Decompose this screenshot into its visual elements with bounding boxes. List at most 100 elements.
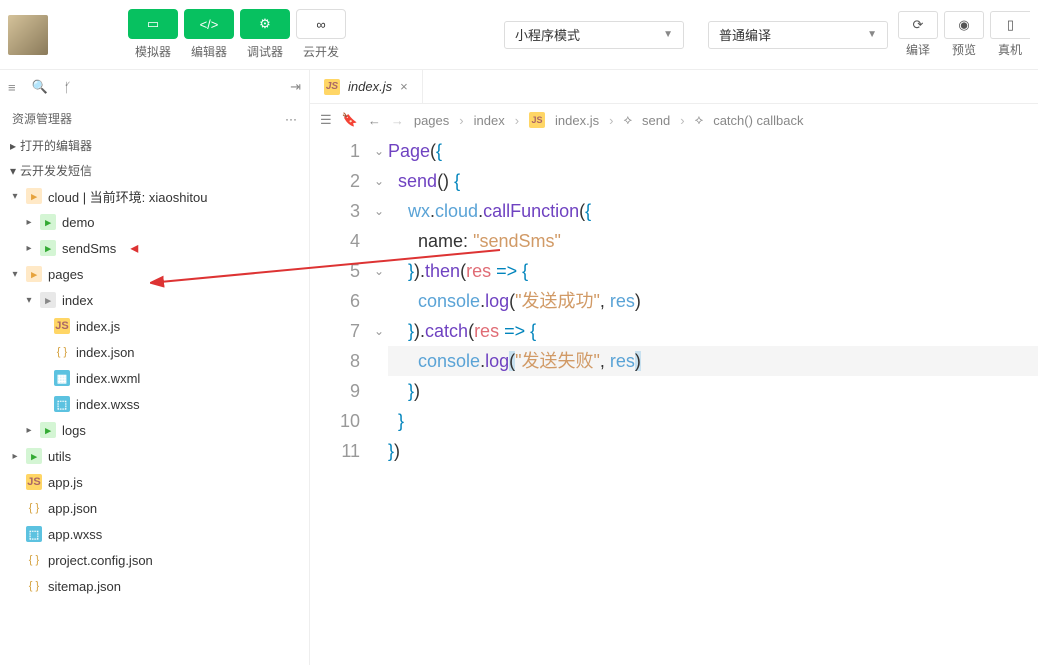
js-icon: JS: [54, 318, 70, 334]
sidebar: ≡ 🔍 ᚶ ⇥ 资源管理器 ··· ▸ 打开的编辑器 ▾ 云开发发短信 ▾▸cl…: [0, 70, 310, 665]
sidebar-iconbar: ≡ 🔍 ᚶ ⇥: [0, 70, 309, 104]
folder-icon: ▸: [26, 448, 42, 464]
forward-icon[interactable]: →: [391, 113, 404, 128]
toolbar: ▭ 模拟器 </> 编辑器 ⚙ 调试器 ∞ 云开发 小程序模式 ▼ 普通编译 ▼…: [0, 0, 1038, 70]
wxml-icon: ▦: [54, 370, 70, 386]
refresh-icon: ⟳: [913, 17, 924, 33]
tree-folder-demo[interactable]: ▸▸demo: [0, 209, 309, 235]
phone-icon: ▭: [147, 16, 159, 32]
bookmark-icon[interactable]: 🔖: [342, 112, 358, 128]
mode-select-value: 小程序模式: [515, 25, 580, 44]
chevron-down-icon: ▼: [663, 29, 673, 40]
crumb-send[interactable]: send: [642, 113, 670, 128]
real-device-button[interactable]: ▯: [990, 11, 1030, 39]
mode-select[interactable]: 小程序模式 ▼: [504, 21, 684, 49]
tree-folder-pages[interactable]: ▾▸pages: [0, 261, 309, 287]
avatar[interactable]: [8, 15, 48, 55]
folder-icon: ▸: [26, 266, 42, 282]
json-icon: { }: [26, 578, 42, 594]
tree-file-index-js[interactable]: JSindex.js: [0, 313, 309, 339]
tree-file-app-json[interactable]: { }app.json: [0, 495, 309, 521]
debugger-label: 调试器: [247, 43, 283, 60]
bug-icon: ⚙: [259, 16, 271, 32]
tree-file-app-js[interactable]: JSapp.js: [0, 469, 309, 495]
search-icon[interactable]: 🔍: [32, 79, 48, 95]
eye-icon: ◉: [958, 17, 969, 33]
real-btn-label: 真机: [998, 41, 1022, 58]
crumb-pages[interactable]: pages: [414, 113, 449, 128]
code-icon: </>: [200, 17, 219, 32]
editor-label: 编辑器: [191, 43, 227, 60]
cloud-icon: ∞: [316, 17, 325, 32]
code-body[interactable]: Page({ send() { wx.cloud.callFunction({ …: [388, 136, 1038, 466]
fold-column[interactable]: ⌄⌄⌄⌄⌄: [370, 136, 388, 466]
project-name-label: 云开发发短信: [20, 162, 92, 179]
compile-select[interactable]: 普通编译 ▼: [708, 21, 888, 49]
project-section[interactable]: ▾ 云开发发短信: [0, 158, 309, 183]
list-icon[interactable]: ≡: [8, 80, 16, 95]
chevron-right-icon: ▸: [10, 139, 16, 153]
folder-icon: ▸: [26, 188, 42, 204]
file-tree: ▾▸cloud | 当前环境: xiaoshitou ▸▸demo ▸▸send…: [0, 183, 309, 665]
cloud-button[interactable]: ∞: [296, 9, 346, 39]
folder-icon: ▸: [40, 214, 56, 230]
sidebar-title: 资源管理器: [12, 110, 72, 127]
crumb-catch[interactable]: catch() callback: [713, 113, 803, 128]
editor-button[interactable]: </>: [184, 9, 234, 39]
js-icon: JS: [529, 112, 545, 128]
compile-button[interactable]: ⟳: [898, 11, 938, 39]
chevron-down-icon: ▼: [867, 29, 877, 40]
preview-btn-label: 预览: [952, 41, 976, 58]
folder-icon: ▸: [40, 240, 56, 256]
editor-pane: JS index.js × ☰ 🔖 ← → pages› index› JS i…: [310, 70, 1038, 665]
device-icon: ▯: [1007, 17, 1014, 33]
collapse-icon[interactable]: ⇥: [290, 79, 301, 95]
tree-file-index-json[interactable]: { }index.json: [0, 339, 309, 365]
tree-file-app-wxss[interactable]: ⬚app.wxss: [0, 521, 309, 547]
crumb-index[interactable]: index: [474, 113, 505, 128]
json-icon: { }: [26, 500, 42, 516]
tree-file-index-wxss[interactable]: ⬚index.wxss: [0, 391, 309, 417]
folder-icon: ▸: [40, 292, 56, 308]
json-icon: { }: [26, 552, 42, 568]
cube-icon: ⟡: [623, 112, 632, 128]
tab-label: index.js: [348, 79, 392, 94]
open-editors-label: 打开的编辑器: [20, 137, 92, 154]
debugger-button[interactable]: ⚙: [240, 9, 290, 39]
line-gutter: 1234567891011: [310, 136, 370, 466]
tree-folder-logs[interactable]: ▸▸logs: [0, 417, 309, 443]
crumb-file[interactable]: index.js: [555, 113, 599, 128]
code-area[interactable]: 1234567891011 ⌄⌄⌄⌄⌄ Page({ send() { wx.c…: [310, 136, 1038, 466]
wxss-icon: ⬚: [26, 526, 42, 542]
tab-index-js[interactable]: JS index.js ×: [310, 70, 423, 103]
js-icon: JS: [26, 474, 42, 490]
cloud-label: 云开发: [303, 43, 339, 60]
compile-select-value: 普通编译: [719, 25, 771, 44]
breadcrumb: ☰ 🔖 ← → pages› index› JS index.js› ⟡send…: [310, 104, 1038, 136]
json-icon: { }: [54, 344, 70, 360]
open-editors-section[interactable]: ▸ 打开的编辑器: [0, 133, 309, 158]
indent-icon[interactable]: ☰: [320, 112, 332, 128]
arrow-icon: ◂: [130, 238, 138, 258]
folder-icon: ▸: [40, 422, 56, 438]
close-icon[interactable]: ×: [400, 79, 408, 94]
tree-folder-utils[interactable]: ▸▸utils: [0, 443, 309, 469]
tree-folder-index[interactable]: ▾▸index: [0, 287, 309, 313]
js-icon: JS: [324, 79, 340, 95]
branch-icon[interactable]: ᚶ: [64, 80, 72, 95]
simulator-label: 模拟器: [135, 43, 171, 60]
tree-folder-sendsms[interactable]: ▸▸sendSms◂: [0, 235, 309, 261]
tree-folder-cloud[interactable]: ▾▸cloud | 当前环境: xiaoshitou: [0, 183, 309, 209]
more-icon[interactable]: ···: [285, 112, 297, 126]
tree-file-sitemap[interactable]: { }sitemap.json: [0, 573, 309, 599]
compile-btn-label: 编译: [906, 41, 930, 58]
wxss-icon: ⬚: [54, 396, 70, 412]
tree-file-project-config[interactable]: { }project.config.json: [0, 547, 309, 573]
back-icon[interactable]: ←: [368, 113, 381, 128]
preview-button[interactable]: ◉: [944, 11, 984, 39]
chevron-down-icon: ▾: [10, 164, 16, 178]
cube-icon: ⟡: [695, 112, 704, 128]
editor-tabs: JS index.js ×: [310, 70, 1038, 104]
tree-file-index-wxml[interactable]: ▦index.wxml: [0, 365, 309, 391]
simulator-button[interactable]: ▭: [128, 9, 178, 39]
